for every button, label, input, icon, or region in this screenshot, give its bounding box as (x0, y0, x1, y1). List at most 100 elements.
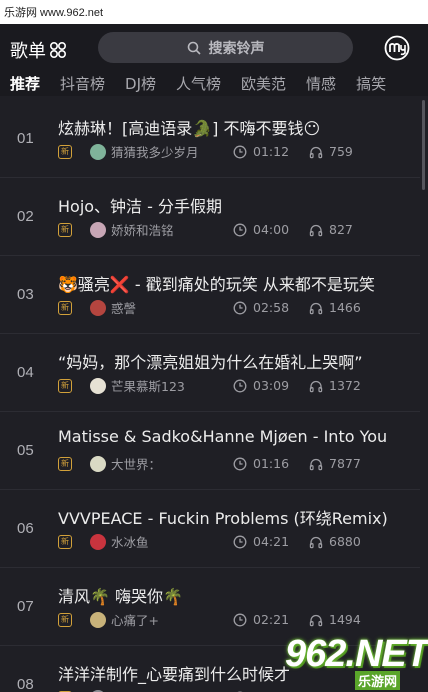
song-author: 芒果慕斯123 (111, 379, 185, 394)
song-duration: 01:12 (253, 144, 290, 159)
new-badge: 新 (58, 144, 72, 159)
clock-icon (233, 379, 247, 392)
song-author: 星的寂寞 (111, 688, 233, 692)
new-badge: 新 (58, 300, 72, 315)
song-index: 04 (17, 364, 34, 381)
category-tabs: 推荐 抖音榜 DJ榜 人气榜 欧美范 情感 搞笑 (0, 70, 428, 96)
song-title: Matisse & Sadko&Hanne Mjøen - Into You (58, 427, 388, 446)
song-author: 惑謦 (111, 301, 137, 316)
search-placeholder: 搜索铃声 (208, 40, 265, 57)
song-plays: 759 (329, 144, 353, 159)
avatar (90, 533, 106, 550)
list-item[interactable]: 05 Matisse & Sadko&Hanne Mjøen - Into You… (0, 412, 420, 490)
song-title: 炫赫琳！[高迪语录🐊] 不嗨不要钱😶 (58, 119, 321, 138)
tab-5[interactable]: 情感 (296, 73, 346, 94)
song-plays: 7877 (329, 456, 361, 471)
status-text: 乐游网 www.962.net (4, 7, 104, 19)
avatar (90, 611, 106, 628)
song-meta: 新星的寂寞04:17 (58, 688, 329, 692)
tab-1[interactable]: 抖音榜 (50, 73, 115, 94)
song-index: 08 (17, 676, 34, 692)
song-duration: 02:21 (253, 612, 290, 627)
list-item[interactable]: 02 Hojo、钟洁 - 分手假期新 娇娇和浩铭 04:00 827 (0, 178, 420, 256)
song-meta: 新 心痛了+ 02:21 1494 (58, 610, 361, 629)
song-author: 心痛了+ (111, 613, 159, 628)
song-title: VVVPEACE - Fuckin Problems (环绕Remix) (58, 509, 388, 528)
song-author: 大世界： (111, 457, 162, 472)
clock-icon (233, 223, 247, 236)
tab-3[interactable]: 人气榜 (166, 73, 231, 94)
song-duration: 02:58 (253, 300, 290, 315)
scrollbar[interactable] (422, 100, 425, 190)
song-author: 猜猜我多少岁月 (111, 145, 199, 160)
list-item[interactable]: 04 “妈妈，那个漂亮姐姐为什么在婚礼上哭啊” 新 芒果慕斯123 03:09 1372 (0, 334, 420, 412)
song-plays: 827 (329, 222, 353, 237)
avatar (90, 221, 106, 238)
song-duration: 01:16 (253, 456, 290, 471)
song-plays: 6880 (329, 534, 361, 549)
song-meta: 新 娇娇和浩铭 04:00 827 (58, 220, 353, 239)
clock-icon (233, 145, 247, 158)
new-badge: 新 (58, 534, 72, 549)
headphones-icon (309, 380, 323, 392)
headphones-icon (309, 458, 323, 470)
song-index: 02 (17, 208, 34, 225)
song-meta: 新 惑謦 02:58 1466 (58, 298, 361, 317)
headphones-icon (309, 146, 323, 158)
clock-icon (233, 535, 247, 548)
new-badge: 新 (58, 222, 72, 237)
my-logo-icon[interactable] (384, 35, 410, 61)
song-meta: 新 大世界： 01:16 7877 (58, 454, 361, 473)
tab-6[interactable]: 搞笑 (346, 73, 396, 94)
avatar (90, 143, 106, 160)
new-badge: 新 (58, 456, 72, 471)
tab-4[interactable]: 欧美范 (231, 73, 296, 94)
songlist-button[interactable]: 歌单 (10, 37, 67, 63)
song-title: Hojo、钟洁 - 分手假期 (58, 197, 223, 216)
song-title: 🐯骚亮❌ - 戳到痛处的玩笑 从来都不是玩笑 (58, 275, 375, 294)
avatar (90, 455, 106, 472)
status-bar: 乐游网 www.962.net (0, 0, 428, 24)
list-item[interactable]: 03 🐯骚亮❌ - 戳到痛处的玩笑 从来都不是玩笑新 惑謦 02:58 1466 (0, 256, 420, 334)
headphones-icon (309, 302, 323, 314)
search-input[interactable]: 搜索铃声 (98, 32, 353, 63)
song-duration: 04:21 (253, 534, 290, 549)
list-item[interactable]: 06 VVVPEACE - Fuckin Problems (环绕Remix) 新 水… (0, 490, 420, 568)
tab-0[interactable]: 推荐 (0, 73, 50, 94)
song-title: 清风🌴 嗨哭你🌴 (58, 587, 183, 606)
song-plays: 1466 (329, 300, 361, 315)
clock-icon (233, 613, 247, 626)
watermark-number: 962.NET (285, 633, 428, 675)
headphones-icon (309, 536, 323, 548)
watermark-sub: 乐游网 (355, 671, 401, 690)
brand-label: 歌单 (10, 41, 46, 62)
song-title: “妈妈，那个漂亮姐姐为什么在婚礼上哭啊” (58, 353, 363, 372)
song-author: 娇娇和浩铭 (111, 223, 174, 238)
song-plays: 1372 (329, 378, 361, 393)
song-index: 05 (17, 442, 34, 459)
song-meta: 新 水冰鱼 04:21 6880 (58, 532, 361, 551)
song-index: 06 (17, 520, 34, 537)
tab-2[interactable]: DJ榜 (115, 73, 166, 94)
song-index: 03 (17, 286, 34, 303)
song-meta: 新 芒果慕斯123 03:09 1372 (58, 376, 361, 395)
header: 歌单 搜索铃声 (0, 24, 428, 70)
song-index: 01 (17, 130, 34, 147)
headphones-icon (309, 224, 323, 236)
song-duration: 03:09 (253, 378, 290, 393)
watermark-logo: 962.NET 乐游网 (285, 633, 428, 690)
grid-circles-icon (49, 41, 67, 59)
song-author: 水冰鱼 (111, 535, 149, 550)
song-meta: 新 猜猜我多少岁月 01:12 759 (58, 142, 353, 161)
clock-icon (233, 301, 247, 314)
avatar (90, 377, 106, 394)
song-list: 01 炫赫琳！[高迪语录🐊] 不嗨不要钱😶 新 猜猜我多少岁月 01:12 759 02 Ho… (0, 100, 420, 692)
new-badge: 新 (58, 612, 72, 627)
new-badge: 新 (58, 378, 72, 393)
song-plays: 1494 (329, 612, 361, 627)
song-duration: 04:00 (253, 222, 290, 237)
headphones-icon (309, 614, 323, 626)
list-item[interactable]: 01 炫赫琳！[高迪语录🐊] 不嗨不要钱😶 新 猜猜我多少岁月 01:12 759 (0, 100, 420, 178)
clock-icon (233, 457, 247, 470)
search-icon (187, 41, 201, 55)
